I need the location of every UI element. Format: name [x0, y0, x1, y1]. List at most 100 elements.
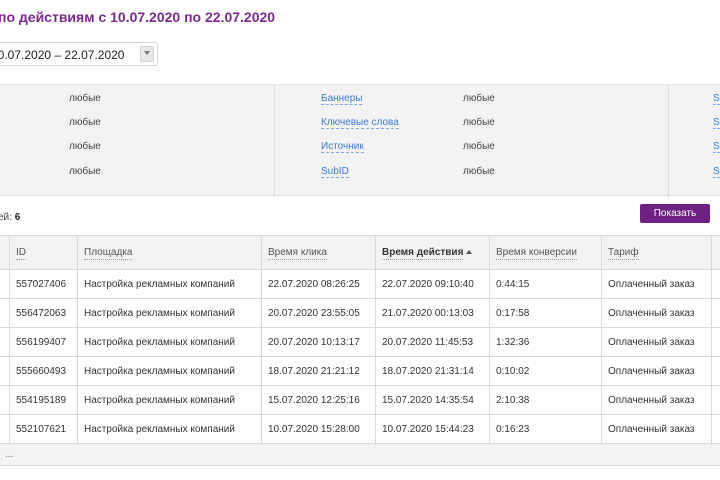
filter-value: любые	[463, 93, 495, 104]
cell-extra	[711, 356, 720, 386]
column-header-label: ID	[16, 247, 26, 260]
cell-click-time: 20.07.2020 10:13:17	[261, 327, 376, 357]
cell-conversion-time: 0:17:58	[489, 298, 602, 328]
row-select-cell	[0, 298, 10, 328]
cell-action-time: 21.07.2020 00:13:03	[375, 298, 490, 328]
cell-tariff: Оплаченный заказ	[601, 356, 712, 386]
table-header-row: ID Площадка Время клика Время действия В…	[0, 235, 720, 270]
filter-divider	[668, 85, 669, 197]
cell-id: 554195189	[9, 385, 78, 415]
cell-platform: Настройка рекламных компаний	[77, 385, 262, 415]
filter-link-source[interactable]: Источник	[321, 141, 364, 153]
filter-link-subid[interactable]: SubID	[321, 166, 349, 178]
cell-tariff: Оплаченный заказ	[601, 327, 712, 357]
row-select-cell	[0, 327, 10, 357]
filter-value: любые	[69, 141, 101, 152]
dropdown-button[interactable]	[140, 46, 154, 62]
table-footer-cell: ...	[0, 443, 720, 466]
cell-conversion-time: 0:44:15	[489, 269, 602, 299]
cell-platform: Настройка рекламных компаний	[77, 414, 262, 444]
cell-conversion-time: 0:10:02	[489, 356, 602, 386]
filter-panel: любые любые любые любые Баннеры Ключевые…	[0, 84, 720, 197]
results-table: ID Площадка Время клика Время действия В…	[0, 235, 720, 466]
cell-tariff: Оплаченный заказ	[601, 269, 712, 299]
column-header-label: Время клика	[268, 247, 327, 260]
column-header-tariff[interactable]: Тариф	[601, 235, 712, 270]
row-select-cell	[0, 356, 10, 386]
cell-action-time: 15.07.2020 14:35:54	[375, 385, 490, 415]
cell-click-time: 15.07.2020 12:25:16	[261, 385, 376, 415]
cell-click-time: 18.07.2020 21:21:12	[261, 356, 376, 386]
cell-action-time: 10.07.2020 15:44:23	[375, 414, 490, 444]
filter-link-banners[interactable]: Баннеры	[321, 93, 363, 105]
table-row[interactable]: 556472063 Настройка рекламных компаний 2…	[0, 298, 720, 328]
table-row[interactable]: 556199407 Настройка рекламных компаний 2…	[0, 327, 720, 357]
cell-extra	[711, 327, 720, 357]
records-count-label: ей:	[0, 212, 12, 223]
filter-value: любые	[69, 166, 101, 177]
cell-tariff: Оплаченный заказ	[601, 385, 712, 415]
table-row[interactable]: 554195189 Настройка рекламных компаний 1…	[0, 385, 720, 415]
column-header-label: Площадка	[84, 247, 133, 260]
sort-ascending-icon	[466, 250, 473, 255]
cell-click-time: 20.07.2020 23:55:05	[261, 298, 376, 328]
filter-link[interactable]: S	[713, 166, 720, 178]
page-title: по действиям с 10.07.2020 по 22.07.2020	[0, 9, 276, 25]
table-row[interactable]: 557027406 Настройка рекламных компаний 2…	[0, 269, 720, 299]
records-count: ей: 6	[0, 212, 20, 223]
cell-extra	[711, 298, 720, 328]
row-select-cell	[0, 414, 10, 444]
filter-value: любые	[463, 166, 495, 177]
show-button[interactable]: Показать	[640, 204, 710, 223]
filter-value: любые	[463, 117, 495, 128]
records-count-value: 6	[14, 212, 21, 223]
column-header-select	[0, 235, 10, 270]
date-range-picker[interactable]: 10.07.2020 – 22.07.2020	[0, 42, 158, 66]
cell-extra	[711, 269, 720, 299]
cell-id: 552107621	[9, 414, 78, 444]
column-header-label: Тариф	[608, 247, 639, 260]
cell-platform: Настройка рекламных компаний	[77, 356, 262, 386]
filter-link[interactable]: S	[713, 141, 720, 153]
cell-id: 555660493	[9, 356, 78, 386]
cell-extra	[711, 414, 720, 444]
filter-value: любые	[463, 141, 495, 152]
table-row[interactable]: 555660493 Настройка рекламных компаний 1…	[0, 356, 720, 386]
cell-platform: Настройка рекламных компаний	[77, 298, 262, 328]
chevron-down-icon	[144, 51, 150, 55]
cell-id: 557027406	[9, 269, 78, 299]
cell-platform: Настройка рекламных компаний	[77, 269, 262, 299]
row-select-cell	[0, 269, 10, 299]
column-header-id[interactable]: ID	[9, 235, 78, 270]
cell-action-time: 22.07.2020 09:10:40	[375, 269, 490, 299]
table-footer-row: ...	[0, 443, 720, 466]
cell-id: 556199407	[9, 327, 78, 357]
filter-link-keywords[interactable]: Ключевые слова	[321, 117, 399, 129]
cell-extra	[711, 385, 720, 415]
filter-link[interactable]: S	[713, 93, 720, 105]
filter-value: любые	[69, 117, 101, 128]
cell-action-time: 18.07.2020 21:31:14	[375, 356, 490, 386]
filter-link[interactable]: S	[713, 117, 720, 129]
cell-click-time: 22.07.2020 08:26:25	[261, 269, 376, 299]
cell-conversion-time: 1:32:36	[489, 327, 602, 357]
column-header-extra	[711, 235, 720, 270]
cell-click-time: 10.07.2020 15:28:00	[261, 414, 376, 444]
date-range-value: 10.07.2020 – 22.07.2020	[0, 48, 125, 62]
cell-tariff: Оплаченный заказ	[601, 414, 712, 444]
filter-value: любые	[69, 93, 101, 104]
column-header-conversion-time[interactable]: Время конверсии	[489, 235, 602, 270]
cell-conversion-time: 0:16:23	[489, 414, 602, 444]
column-header-click-time[interactable]: Время клика	[261, 235, 376, 270]
filter-divider	[274, 85, 275, 197]
column-header-action-time[interactable]: Время действия	[375, 235, 490, 270]
column-header-label: Время действия	[382, 247, 464, 260]
table-row[interactable]: 552107621 Настройка рекламных компаний 1…	[0, 414, 720, 444]
cell-conversion-time: 2:10:38	[489, 385, 602, 415]
cell-id: 556472063	[9, 298, 78, 328]
column-header-label: Время конверсии	[496, 247, 577, 260]
cell-tariff: Оплаченный заказ	[601, 298, 712, 328]
cell-platform: Настройка рекламных компаний	[77, 327, 262, 357]
column-header-platform[interactable]: Площадка	[77, 235, 262, 270]
cell-action-time: 20.07.2020 11:45:53	[375, 327, 490, 357]
